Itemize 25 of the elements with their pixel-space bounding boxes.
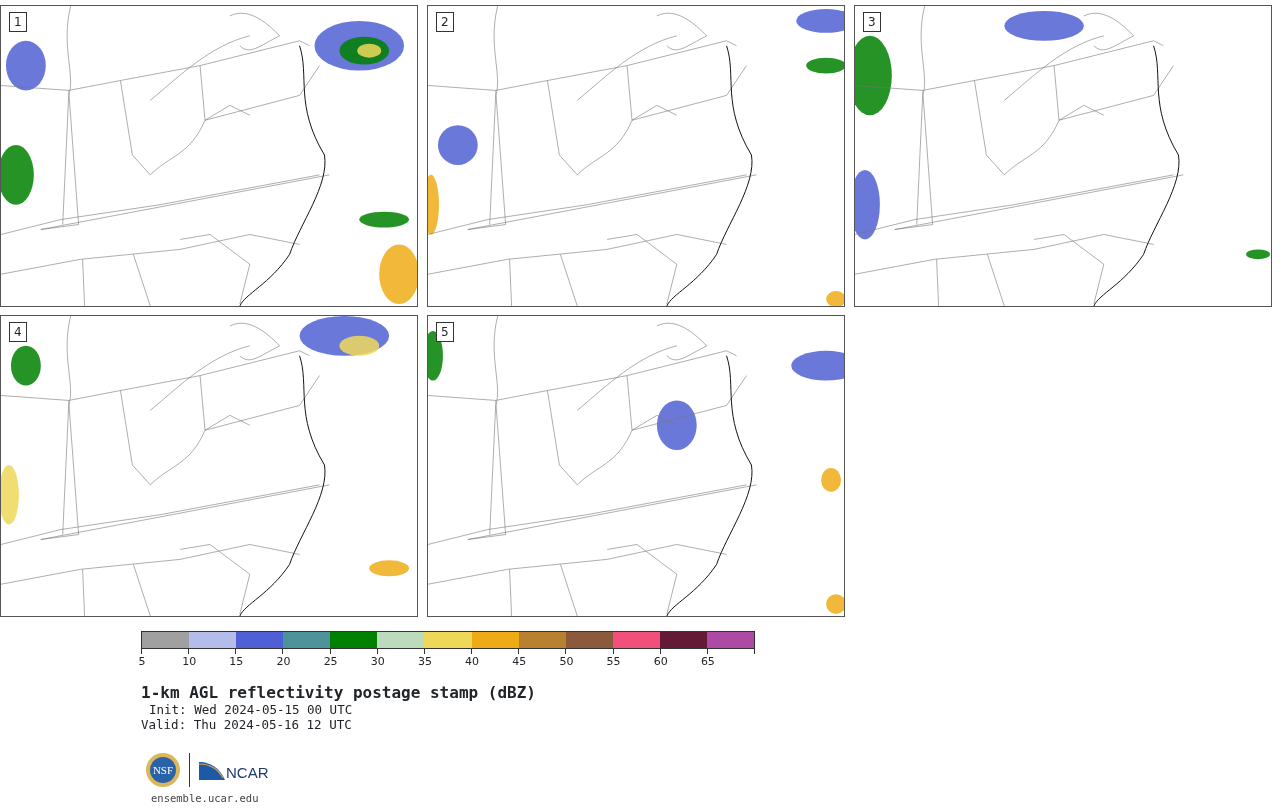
- ncar-logo-text: NCAR: [226, 763, 269, 781]
- valid-time: Valid: Thu 2024-05-16 12 UTC: [141, 717, 353, 732]
- tick-label: 25: [323, 655, 338, 668]
- tick-label: 15: [229, 655, 244, 668]
- tick-label: 60: [653, 655, 668, 668]
- tick-label: 20: [276, 655, 291, 668]
- tick-label: 50: [559, 655, 574, 668]
- panel-number: 2: [436, 12, 454, 32]
- tick-label: 40: [465, 655, 480, 668]
- nsf-seal-logo: NSF: [145, 752, 181, 788]
- tick-label: 35: [417, 655, 432, 668]
- chart-title: 1-km AGL reflectivity postage stamp (dBZ): [141, 684, 537, 702]
- panel-number: 3: [863, 12, 881, 32]
- panel-number: 5: [436, 322, 454, 342]
- ncar-arc-icon: [198, 760, 226, 780]
- tick-label: 65: [700, 655, 715, 668]
- tick-label: 30: [370, 655, 385, 668]
- tick-label: 10: [182, 655, 197, 668]
- tick-label: 5: [138, 655, 146, 668]
- init-time: Init: Wed 2024-05-15 00 UTC: [148, 702, 354, 717]
- panel-number: 4: [9, 322, 27, 342]
- site-url: ensemble.ucar.edu: [151, 792, 260, 804]
- tick-label: 55: [606, 655, 621, 668]
- tick-label: 45: [512, 655, 527, 668]
- panel-number: 1: [9, 12, 27, 32]
